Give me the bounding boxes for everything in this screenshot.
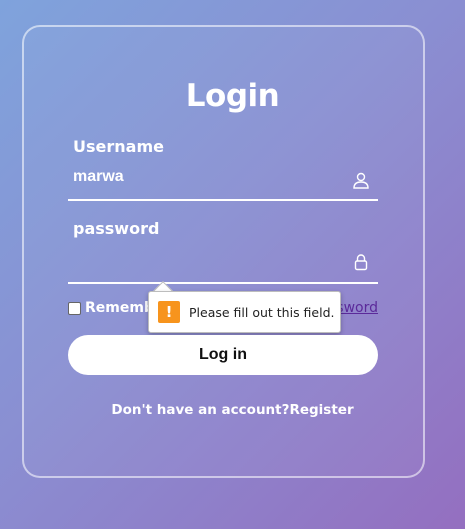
username-label: Username: [73, 137, 164, 156]
validation-tooltip: ! Please fill out this field.: [148, 291, 341, 333]
username-input[interactable]: [73, 167, 343, 187]
user-icon: [353, 172, 369, 189]
password-label: password: [73, 219, 160, 238]
lock-icon: [354, 254, 368, 271]
register-link[interactable]: Register: [289, 402, 353, 418]
register-row: Don't have an account?Register: [0, 402, 465, 418]
warning-icon: !: [158, 301, 180, 323]
remember-label: Rememb: [85, 300, 154, 316]
page-title: Login: [185, 78, 280, 114]
username-underline: [68, 199, 378, 201]
remember-checkbox[interactable]: [68, 301, 81, 315]
password-input[interactable]: [73, 250, 343, 270]
validation-message: Please fill out this field.: [189, 304, 335, 320]
register-prompt: Don't have an account?: [111, 402, 290, 418]
password-underline: [68, 282, 378, 284]
remember-me[interactable]: Rememb: [68, 300, 154, 316]
login-button[interactable]: Log in: [68, 335, 378, 375]
